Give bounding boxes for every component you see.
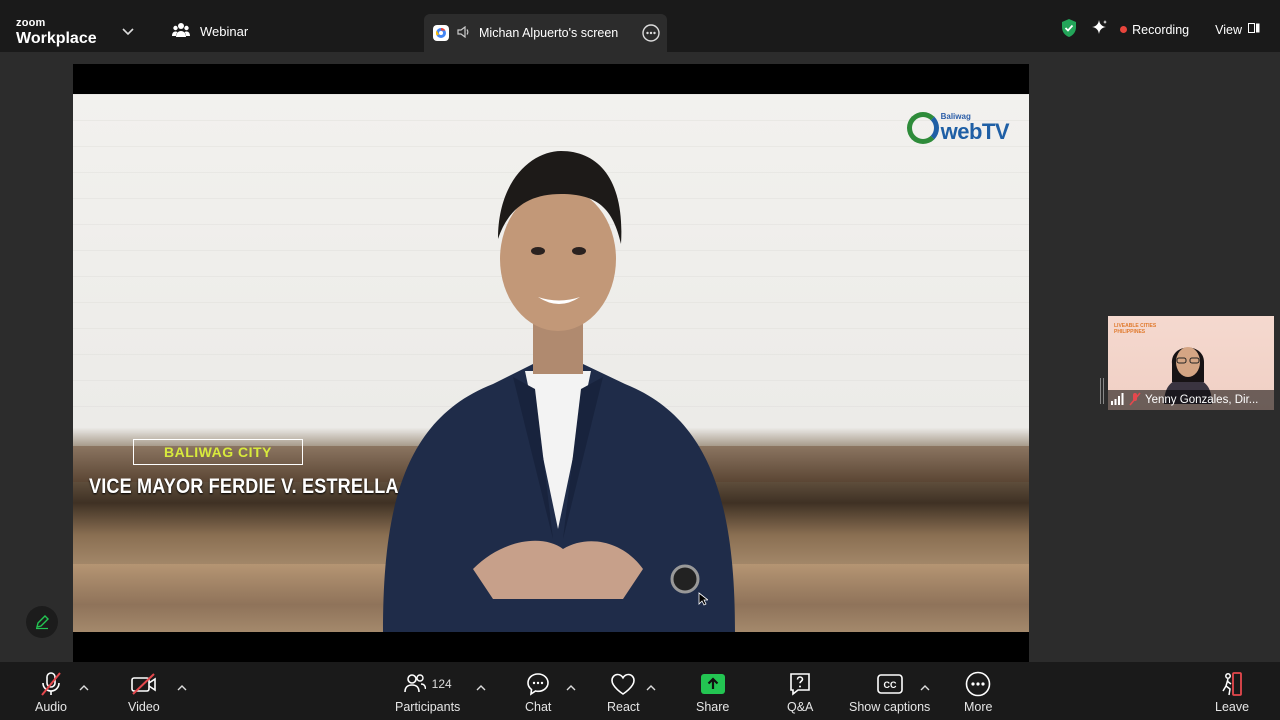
share-button[interactable]: Share [696,670,729,714]
recording-indicator[interactable]: Recording [1120,23,1189,37]
annotate-pen-button[interactable] [26,606,58,638]
more-button[interactable]: More [964,670,992,714]
camera-off-icon [130,670,158,698]
leave-icon [1219,670,1245,698]
recording-label: Recording [1132,22,1190,37]
webinar-indicator[interactable]: Webinar [172,22,248,41]
thumbnail-resize-handle[interactable] [1100,378,1104,404]
question-bubble-icon [788,670,812,698]
audio-button[interactable]: Audio [35,670,67,714]
chat-label: Chat [525,700,552,714]
lower-third-name: VICE MAYOR FERDIE V. ESTRELLA [89,475,399,498]
logo-zoom-text: zoom [16,17,46,29]
react-options-caret-icon[interactable] [646,678,656,696]
view-label: View [1215,22,1242,37]
share-tab-title: Michan Alpuerto's screen [479,26,619,40]
lower-third-caption: BALIWAG CITY VICE MAYOR FERDIE V. ESTREL… [89,439,449,499]
video-options-caret-icon[interactable] [177,678,187,696]
shared-video: Baliwag webTV BALIWAG CITY VICE MAYOR FE… [73,94,1029,632]
participants-label: Participants [395,700,461,714]
share-label: Share [696,700,730,714]
more-label: More [964,700,993,714]
participants-button[interactable]: 124 Participants [395,670,460,714]
muted-mic-icon [1129,391,1141,409]
audio-label: Audio [35,700,67,714]
video-label: Video [128,700,160,714]
share-screen-icon [700,670,726,698]
leave-button[interactable]: Leave [1215,670,1249,714]
leave-label: Leave [1215,700,1250,714]
qa-label: Q&A [787,700,814,714]
participant-name-bar: Yenny Gonzales, Dir... [1108,390,1274,410]
participants-count: 124 [431,677,452,691]
pen-icon [36,615,49,630]
view-button[interactable]: View [1215,22,1260,37]
org-line-2: PHILIPPINES [1114,328,1146,335]
ai-sparkle-icon[interactable] [1090,19,1108,40]
view-layout-icon [1248,22,1260,37]
more-options-icon[interactable] [641,23,661,46]
watermark-big-text: webTV [940,119,1010,144]
shared-screen: Baliwag webTV BALIWAG CITY VICE MAYOR FE… [73,64,1029,662]
more-dots-icon [965,670,991,698]
people-icon [172,22,190,41]
mic-muted-icon [39,670,63,698]
participants-icon-wrap: 124 [403,670,452,698]
baliwag-webtv-watermark: Baliwag webTV [906,112,1010,144]
qa-button[interactable]: Q&A [787,670,813,714]
participants-options-caret-icon[interactable] [476,678,486,696]
lower-third-location: BALIWAG CITY [133,439,303,465]
mouse-cursor-icon [698,592,708,606]
recording-dot [1120,26,1128,33]
chat-button[interactable]: Chat [525,670,551,714]
audio-options-caret-icon[interactable] [79,678,89,696]
show-captions-label: Show captions [849,700,931,714]
signal-strength-icon [1111,392,1125,408]
react-label: React [607,700,640,714]
meeting-toolbar: Audio Video 124 Participants Chat React [0,662,1280,720]
logo-workplace-text: Workplace [16,30,97,47]
show-captions-button[interactable]: CC Show captions [849,670,930,714]
speaker-figure [383,151,735,632]
zoom-logo: zoom Workplace [16,14,97,47]
shield-icon[interactable] [1060,18,1078,41]
participants-icon [403,673,426,696]
participant-name: Yenny Gonzales, Dir... [1145,394,1259,406]
speaker-icon[interactable] [457,25,471,41]
react-button[interactable]: React [607,670,640,714]
chat-options-caret-icon[interactable] [566,678,576,696]
captions-cc-icon: CC [876,670,903,698]
top-right-controls: Recording View [1060,18,1260,41]
webinar-label: Webinar [200,24,249,39]
top-bar: zoom Workplace Webinar Michan Alpuerto's… [0,0,1280,52]
share-screen-tab[interactable]: Michan Alpuerto's screen [424,14,667,52]
captions-options-caret-icon[interactable] [920,678,930,696]
webtv-logo-icon [906,112,939,144]
chat-icon [526,670,550,698]
svg-text:CC: CC [883,680,896,690]
video-button[interactable]: Video [128,670,160,714]
chevron-down-icon[interactable] [122,23,134,41]
org-logo: LIVEABLE CITIES PHILIPPINES [1114,323,1156,335]
participant-video-thumbnail[interactable]: LIVEABLE CITIES PHILIPPINES Yenny Gonzal… [1108,316,1274,410]
app-icon [433,25,449,41]
heart-icon [610,670,636,698]
